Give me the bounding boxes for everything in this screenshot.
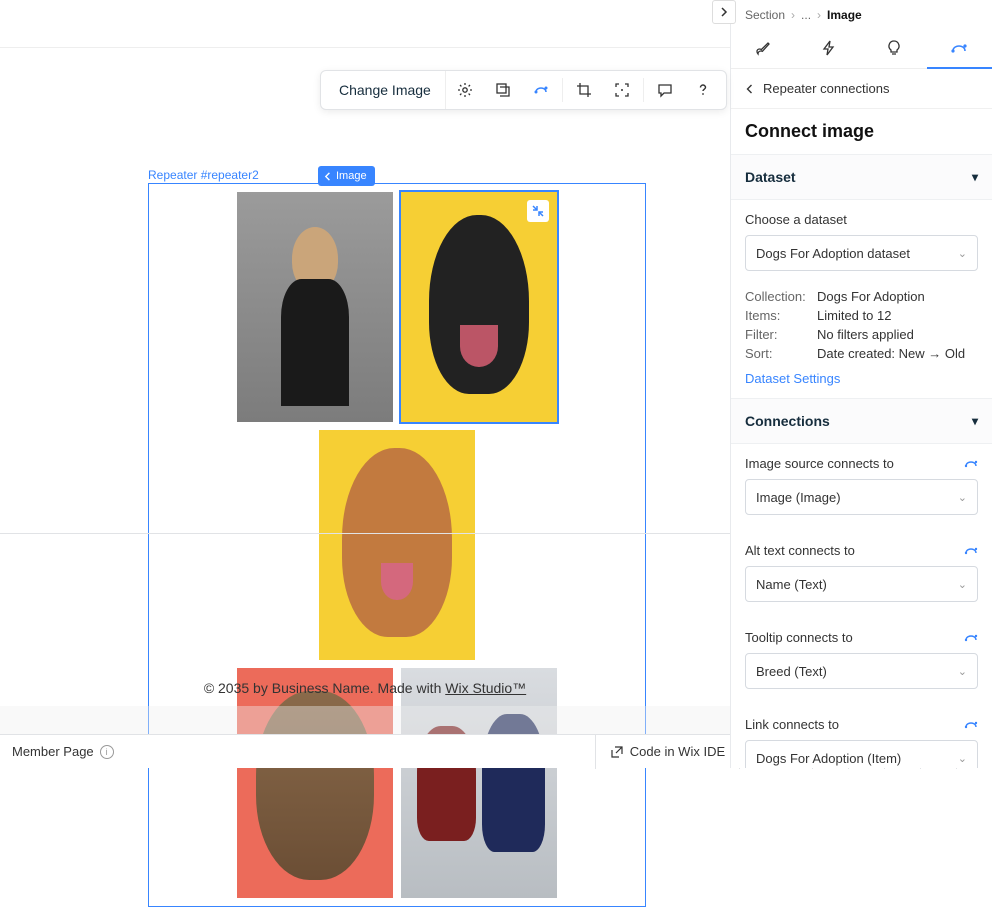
tooltip-label: Tooltip connects to xyxy=(745,630,853,645)
collapse-selection-button[interactable] xyxy=(527,200,549,222)
section-divider xyxy=(0,533,730,534)
breadcrumb-current: Image xyxy=(827,8,862,22)
caret-down-icon: ⌄ xyxy=(958,578,967,591)
panel-title: Connect image xyxy=(745,121,978,142)
caret-down-icon: ▾ xyxy=(972,414,978,428)
chevron-icon: › xyxy=(817,8,821,22)
dataset-meta: Collection:Dogs For Adoption Items:Limit… xyxy=(731,283,992,398)
compress-icon xyxy=(532,205,544,217)
caret-down-icon: ⌄ xyxy=(958,247,967,260)
editor-canvas[interactable]: Repeater #repeater2 Image xyxy=(0,48,730,734)
dataset-settings-link[interactable]: Dataset Settings xyxy=(745,371,840,386)
repeater-container[interactable] xyxy=(148,183,646,907)
repeater-item-4[interactable] xyxy=(237,668,393,898)
caret-down-icon: ⌄ xyxy=(958,665,967,678)
alt-text-label: Alt text connects to xyxy=(745,543,855,558)
chevron-left-icon xyxy=(324,172,333,181)
tab-connect[interactable] xyxy=(927,28,992,68)
comment-button[interactable] xyxy=(646,71,684,109)
connect-icon xyxy=(964,718,978,732)
repeater-item-5[interactable] xyxy=(401,668,557,898)
layers-button[interactable] xyxy=(484,71,522,109)
connect-icon xyxy=(964,457,978,471)
choose-dataset-dropdown[interactable]: Dogs For Adoption dataset ⌄ xyxy=(745,235,978,271)
panel-tabs xyxy=(731,28,992,69)
chevron-left-icon xyxy=(745,84,755,94)
connect-data-button[interactable] xyxy=(522,71,560,109)
settings-button[interactable] xyxy=(446,71,484,109)
repeater-item-1[interactable] xyxy=(237,192,393,422)
crop-button[interactable] xyxy=(565,71,603,109)
connect-icon xyxy=(964,631,978,645)
breadcrumb-mid[interactable]: ... xyxy=(801,8,811,22)
external-icon xyxy=(610,745,624,759)
panel-back-button[interactable]: Repeater connections xyxy=(731,69,992,109)
caret-down-icon: ▾ xyxy=(972,170,978,184)
help-icon xyxy=(695,82,711,98)
tab-underline xyxy=(927,67,992,69)
repeater-item-2-selected[interactable] xyxy=(401,192,557,422)
page-footer-text: © 2035 by Business Name. Made with Wix S… xyxy=(0,680,730,696)
connect-icon xyxy=(533,82,549,98)
crop-icon xyxy=(576,82,592,98)
brush-icon xyxy=(755,39,773,57)
caret-down-icon: ⌄ xyxy=(958,491,967,504)
chevron-right-icon xyxy=(719,7,729,17)
gear-icon xyxy=(457,82,473,98)
change-image-button[interactable]: Change Image xyxy=(325,71,446,109)
breadcrumb: Section › ... › Image xyxy=(731,0,992,28)
chevron-icon: › xyxy=(791,8,795,22)
image-source-label: Image source connects to xyxy=(745,456,894,471)
help-button[interactable] xyxy=(684,71,722,109)
alt-text-dropdown[interactable]: Name (Text)⌄ xyxy=(745,566,978,602)
breadcrumb-root[interactable]: Section xyxy=(745,8,785,22)
dataset-section-header[interactable]: Dataset ▾ xyxy=(731,154,992,200)
tooltip-dropdown[interactable]: Breed (Text)⌄ xyxy=(745,653,978,689)
image-source-dropdown[interactable]: Image (Image)⌄ xyxy=(745,479,978,515)
connect-icon xyxy=(964,544,978,558)
tab-ideas[interactable] xyxy=(862,28,927,68)
member-page-button[interactable]: Member Page i xyxy=(0,744,126,759)
connections-section-header[interactable]: Connections ▾ xyxy=(731,398,992,444)
connect-icon xyxy=(950,39,968,57)
bulb-icon xyxy=(885,39,903,57)
tab-interactions[interactable] xyxy=(796,28,861,68)
code-wix-ide-button[interactable]: Code in Wix IDE xyxy=(595,735,739,769)
lightning-icon xyxy=(820,39,838,57)
layers-icon xyxy=(495,82,511,98)
link-dropdown[interactable]: Dogs For Adoption (Item)⌄ xyxy=(745,740,978,768)
link-label: Link connects to xyxy=(745,717,839,732)
selected-element-tag[interactable]: Image xyxy=(318,166,375,186)
choose-dataset-label: Choose a dataset xyxy=(745,212,978,227)
focal-icon xyxy=(614,82,630,98)
tab-design[interactable] xyxy=(731,28,796,68)
element-tag-label: Image xyxy=(336,170,367,182)
panel-collapse-toggle[interactable] xyxy=(712,0,736,24)
comment-icon xyxy=(657,82,673,98)
caret-down-icon: ⌄ xyxy=(958,752,967,765)
focal-point-button[interactable] xyxy=(603,71,641,109)
repeater-item-3[interactable] xyxy=(319,430,475,660)
element-floating-toolbar: Change Image xyxy=(320,70,727,110)
wix-studio-link[interactable]: Wix Studio™ xyxy=(445,680,526,696)
info-icon: i xyxy=(100,745,114,759)
repeater-label: Repeater #repeater2 xyxy=(148,168,259,182)
inspector-panel: Section › ... › Image Repeater connectio… xyxy=(730,0,992,768)
